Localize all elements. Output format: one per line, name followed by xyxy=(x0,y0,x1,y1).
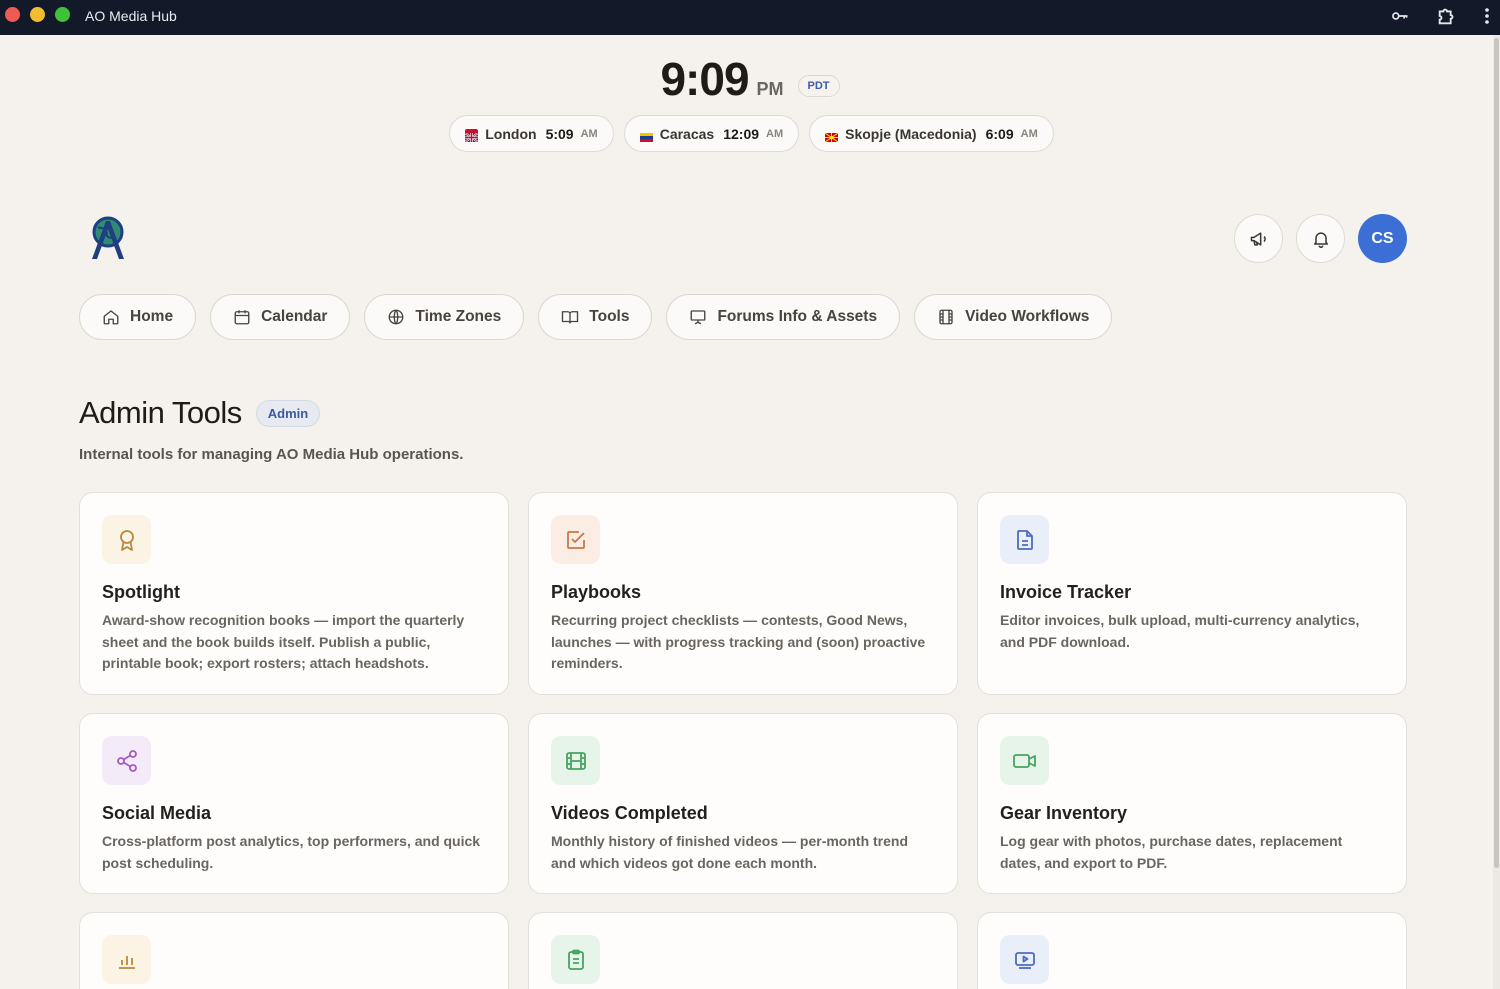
north-macedonia-flag-icon xyxy=(824,129,839,143)
nav-label: Video Workflows xyxy=(965,308,1090,325)
main-nav: Home Calendar Time Zones Tools Forums In… xyxy=(79,294,1113,340)
clock-ampm: PM xyxy=(756,79,784,99)
megaphone-icon xyxy=(1249,229,1269,249)
card-title: Playbooks xyxy=(551,582,642,602)
app-logo[interactable] xyxy=(88,215,128,266)
card-title: Invoice Tracker xyxy=(1000,582,1132,602)
zone-city: Caracas xyxy=(659,125,715,142)
nav-label: Tools xyxy=(589,308,630,325)
tool-card-gear-inventory[interactable]: Gear Inventory Log gear with photos, pur… xyxy=(977,713,1407,894)
calendar-icon xyxy=(233,308,251,326)
nav-label: Calendar xyxy=(261,308,328,325)
zone-time: 12:09 xyxy=(723,125,760,142)
nav-video-workflows[interactable]: Video Workflows xyxy=(914,294,1113,340)
minimize-window-button[interactable] xyxy=(30,7,45,22)
close-window-button[interactable] xyxy=(5,7,20,22)
book-open-icon xyxy=(561,308,579,326)
zone-ampm: AM xyxy=(766,127,784,140)
tool-card-invoice-tracker[interactable]: Invoice Tracker Editor invoices, bulk up… xyxy=(977,492,1407,695)
video-play-icon xyxy=(1000,935,1049,984)
film-icon xyxy=(937,308,955,326)
card-description: Award-show recognition books — import th… xyxy=(102,612,465,671)
scrollbar-thumb[interactable] xyxy=(1494,38,1499,868)
card-description: Cross-platform post analytics, top perfo… xyxy=(102,833,481,871)
nav-home[interactable]: Home xyxy=(79,294,197,340)
film-strip-icon xyxy=(551,736,600,785)
zone-time: 5:09 xyxy=(545,125,574,142)
zone-chip-caracas: Caracas 12:09 AM xyxy=(623,115,800,152)
home-icon xyxy=(102,308,120,326)
nav-forums-info-assets[interactable]: Forums Info & Assets xyxy=(666,294,901,340)
tool-card-playbooks[interactable]: Playbooks Recurring project checklists —… xyxy=(528,492,958,695)
nav-time-zones[interactable]: Time Zones xyxy=(364,294,525,340)
extension-icon[interactable] xyxy=(1436,5,1458,27)
nav-tools[interactable]: Tools xyxy=(538,294,653,340)
card-title: Videos Completed xyxy=(551,803,708,823)
page-title: Admin Tools xyxy=(79,395,242,430)
tool-card-video-library[interactable] xyxy=(977,912,1407,989)
zone-ampm: AM xyxy=(1020,127,1038,140)
card-description: Recurring project checklists — contests,… xyxy=(551,612,926,671)
zone-time: 6:09 xyxy=(985,125,1014,142)
local-clock: 9:09 PM PDT xyxy=(0,52,1500,106)
clock-time: 9:09 xyxy=(660,53,749,105)
tool-card-videos-completed[interactable]: Videos Completed Monthly history of fini… xyxy=(528,713,958,894)
notifications-button[interactable] xyxy=(1296,214,1345,263)
bell-icon xyxy=(1311,229,1331,249)
file-text-icon xyxy=(1000,515,1049,564)
card-title: Spotlight xyxy=(102,582,180,602)
zone-city: Skopje (Macedonia) xyxy=(845,125,977,142)
window-controls xyxy=(5,7,70,22)
bar-chart-icon xyxy=(102,935,151,984)
card-description: Monthly history of finished videos — per… xyxy=(551,833,909,871)
venezuela-flag-icon xyxy=(639,129,653,142)
card-title: Social Media xyxy=(102,803,212,823)
world-clocks: London 5:09 AM Caracas 12:09 AM Skopje (… xyxy=(0,115,1500,152)
presentation-icon xyxy=(689,308,707,326)
tool-card-checklist[interactable] xyxy=(528,912,958,989)
nav-label: Forums Info & Assets xyxy=(717,308,878,325)
globe-icon xyxy=(387,308,405,326)
card-description: Editor invoices, bulk upload, multi-curr… xyxy=(1000,612,1360,650)
window-titlebar: AO Media Hub xyxy=(0,0,1500,35)
announcements-button[interactable] xyxy=(1234,214,1283,263)
tool-card-social-media[interactable]: Social Media Cross-platform post analyti… xyxy=(79,713,509,894)
page-subtitle: Internal tools for managing AO Media Hub… xyxy=(79,446,464,463)
user-avatar[interactable]: CS xyxy=(1358,214,1407,263)
card-description: Log gear with photos, purchase dates, re… xyxy=(1000,833,1343,871)
uk-flag-icon xyxy=(464,129,479,143)
zone-chip-skopje: Skopje (Macedonia) 6:09 AM xyxy=(809,115,1054,152)
maximize-window-button[interactable] xyxy=(55,7,70,22)
nav-calendar[interactable]: Calendar xyxy=(210,294,351,340)
checkbox-icon xyxy=(551,515,600,564)
timezone-badge: PDT xyxy=(797,75,840,97)
nav-label: Home xyxy=(130,308,174,325)
tool-card-spotlight[interactable]: Spotlight Award-show recognition books —… xyxy=(79,492,509,695)
clipboard-icon xyxy=(551,935,600,984)
zone-chip-london: London 5:09 AM xyxy=(449,115,614,152)
share-icon xyxy=(102,736,151,785)
zone-city: London xyxy=(485,125,537,142)
card-title: Gear Inventory xyxy=(1000,803,1128,823)
role-badge: Admin xyxy=(255,399,321,427)
tool-card-analytics[interactable] xyxy=(79,912,509,989)
zone-ampm: AM xyxy=(580,127,598,140)
nav-label: Time Zones xyxy=(415,308,502,325)
award-icon xyxy=(102,515,151,564)
key-icon[interactable] xyxy=(1390,6,1410,26)
video-camera-icon xyxy=(1000,736,1049,785)
more-vertical-icon[interactable] xyxy=(1484,7,1490,25)
window-title: AO Media Hub xyxy=(85,8,177,24)
